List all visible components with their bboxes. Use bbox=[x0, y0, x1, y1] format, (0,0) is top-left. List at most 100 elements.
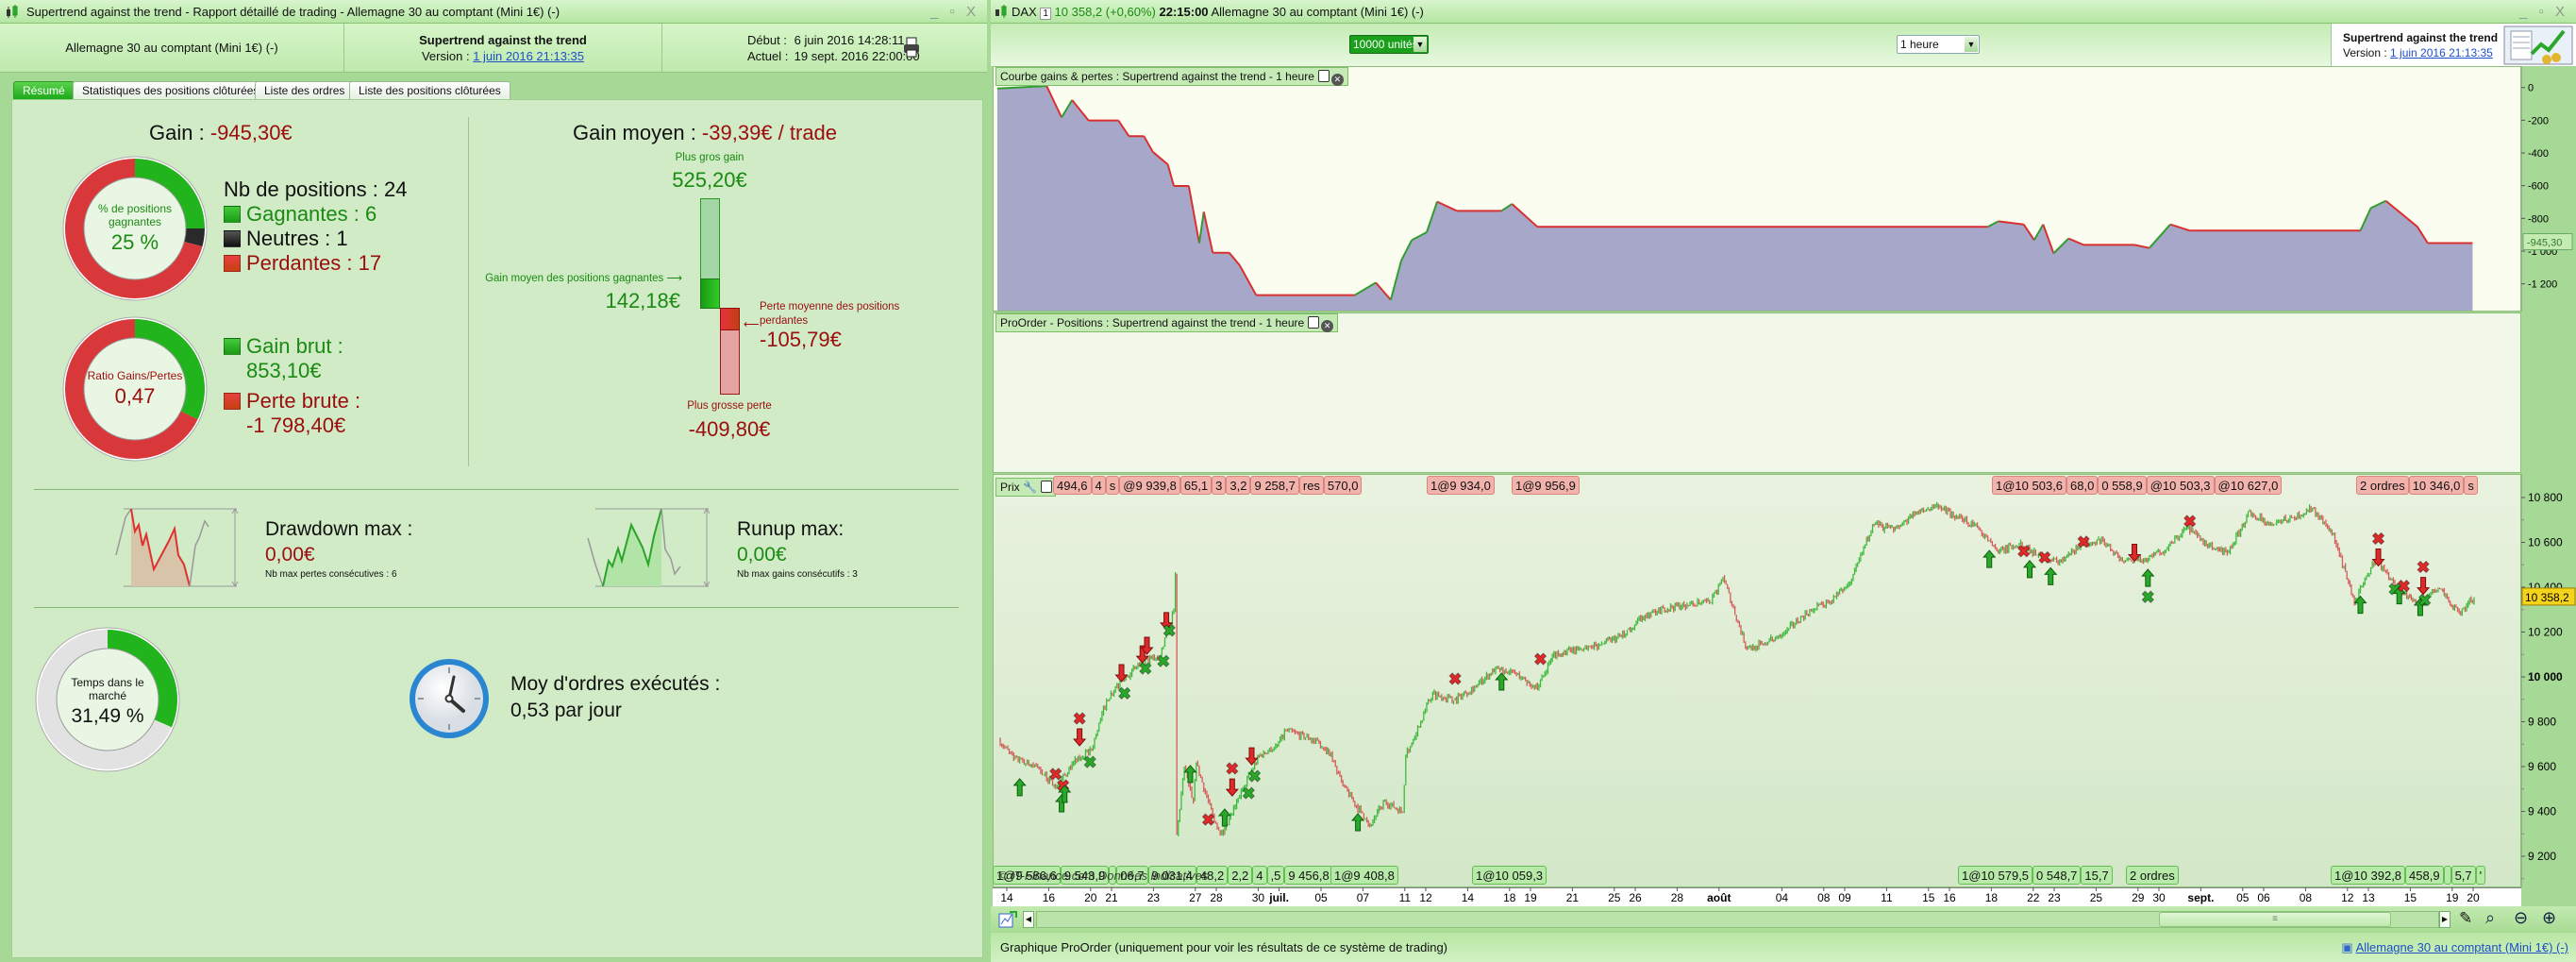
positions-panel-title: ProOrder - Positions : Supertrend agains… bbox=[1000, 316, 1305, 329]
maximize-icon[interactable] bbox=[1317, 70, 1330, 82]
tab-orders-list[interactable]: Liste des ordres bbox=[255, 81, 355, 100]
order-label[interactable]: 06,7 bbox=[1116, 866, 1148, 885]
scrollbar-thumb[interactable]: ≡ bbox=[2159, 912, 2391, 927]
zoom-fit-icon[interactable]: ⌕ bbox=[2485, 908, 2495, 928]
order-label[interactable]: 48,2 bbox=[1196, 866, 1229, 885]
order-label[interactable]: 0 558,9 bbox=[2098, 476, 2147, 495]
close-icon[interactable]: ✕ bbox=[1321, 320, 1334, 332]
header-version-link[interactable]: 1 juin 2016 21:13:35 bbox=[473, 49, 584, 63]
order-label[interactable]: 9 031,4 bbox=[1147, 866, 1196, 885]
x-tick-label: 08 bbox=[2300, 891, 2313, 904]
gain-label: Gain : bbox=[149, 121, 210, 144]
last-equity-label: -945,30 bbox=[2527, 238, 2562, 249]
order-label[interactable]: 1@10 579,5 bbox=[1958, 866, 2033, 885]
order-label[interactable]: 494,6 bbox=[1053, 476, 1092, 495]
drawdown-consecutive-losses: Nb max pertes consécutives : 6 bbox=[265, 569, 397, 580]
order-label[interactable]: @10 503,3 bbox=[2146, 476, 2215, 495]
wrench-icon[interactable]: 🔧 bbox=[1023, 481, 1037, 494]
scroll-right-button[interactable]: ▶ bbox=[2439, 911, 2451, 928]
order-label[interactable]: 9 543,9 bbox=[1060, 866, 1110, 885]
order-label[interactable]: 1@10 503,6 bbox=[1992, 476, 2067, 495]
window-controls[interactable]: _ ▫ X bbox=[930, 0, 979, 24]
order-label[interactable]: 4 bbox=[1091, 476, 1106, 495]
tab-closed-positions-stats[interactable]: Statistiques des positions clôturées bbox=[73, 81, 269, 100]
positions-panel-header[interactable]: ProOrder - Positions : Supertrend agains… bbox=[995, 313, 1339, 332]
zoom-in-icon[interactable]: ⊕ bbox=[2542, 908, 2556, 928]
order-label[interactable]: 1@10 392,8 bbox=[2331, 866, 2406, 885]
order-label[interactable]: ,5 bbox=[1266, 866, 1285, 885]
tab-resume[interactable]: Résumé bbox=[13, 81, 75, 100]
exit-loss-marker-icon bbox=[1448, 672, 1462, 685]
order-label[interactable]: 3,2 bbox=[1226, 476, 1251, 495]
cross-icon bbox=[2141, 590, 2155, 603]
backtest-report-icon[interactable] bbox=[2503, 25, 2573, 65]
close-icon[interactable]: ✕ bbox=[1330, 74, 1344, 86]
draw-tool-icon[interactable]: ✎ bbox=[2459, 909, 2472, 928]
order-label[interactable]: 2,2 bbox=[1228, 866, 1253, 885]
order-label[interactable]: 2 ordres bbox=[2356, 476, 2409, 495]
order-label[interactable]: 15,7 bbox=[2081, 866, 2113, 885]
order-label[interactable]: 0 548,7 bbox=[2032, 866, 2082, 885]
zoom-out-icon[interactable]: ⊖ bbox=[2514, 908, 2528, 928]
order-label[interactable]: s bbox=[2464, 476, 2478, 495]
gain-value: -945,30€ bbox=[209, 121, 293, 144]
orders-value: 0,53 par jour bbox=[510, 700, 622, 721]
order-label[interactable]: 1@9 586,6 bbox=[993, 866, 1061, 885]
order-label[interactable]: 5,7 bbox=[2451, 866, 2476, 885]
start-label: Début : bbox=[747, 33, 787, 47]
print-icon[interactable] bbox=[903, 37, 920, 58]
order-label[interactable]: res bbox=[1298, 476, 1324, 495]
order-label[interactable]: 1@10 059,3 bbox=[1472, 866, 1547, 885]
maximize-icon[interactable] bbox=[1040, 481, 1052, 493]
order-label[interactable]: 1@9 408,8 bbox=[1330, 866, 1398, 885]
order-label[interactable]: 3 bbox=[1212, 476, 1227, 495]
scroll-left-button[interactable]: ◀ bbox=[1023, 911, 1034, 928]
maximize-icon[interactable] bbox=[1308, 316, 1320, 329]
x-tick-label: 28 bbox=[1671, 891, 1684, 904]
price-panel-header[interactable]: Prix 🔧 bbox=[995, 478, 1056, 497]
timeframe-select[interactable]: 1 heure ▼ bbox=[1897, 35, 1980, 54]
order-label[interactable] bbox=[2443, 866, 2451, 885]
order-label[interactable]: 4 bbox=[1252, 866, 1267, 885]
title-instrument: Allemagne 30 au comptant (Mini 1€) (-) bbox=[1211, 5, 1424, 19]
order-label[interactable]: 65,1 bbox=[1179, 476, 1213, 495]
exit-loss-marker-icon bbox=[2417, 560, 2430, 574]
order-label[interactable]: 2 ordres bbox=[2126, 866, 2179, 885]
order-label[interactable]: 1@9 934,0 bbox=[1427, 476, 1495, 495]
cross-icon bbox=[2371, 532, 2385, 546]
x-tick-label: 26 bbox=[1629, 891, 1642, 904]
order-label[interactable]: 68,0 bbox=[2066, 476, 2099, 495]
time-label-2: marché bbox=[88, 689, 126, 702]
x-tick-label: 13 bbox=[2362, 891, 2375, 904]
order-label[interactable]: 9 258,7 bbox=[1250, 476, 1299, 495]
exit-win-marker-icon bbox=[1083, 755, 1096, 768]
chart-type-icon[interactable] bbox=[998, 910, 1017, 929]
x-tick-label: 09 bbox=[1838, 891, 1851, 904]
order-label-group: 1@10 059,3 bbox=[1472, 866, 1547, 885]
equity-curve-chart bbox=[996, 85, 2473, 312]
cross-icon bbox=[1533, 652, 1547, 666]
equity-panel-header[interactable]: Courbe gains & pertes : Supertrend again… bbox=[995, 67, 1348, 86]
x-tick-label: 22 bbox=[2027, 891, 2040, 904]
instrument-link[interactable]: Allemagne 30 au comptant (Mini 1€) (-) bbox=[2356, 940, 2568, 954]
order-label[interactable]: ' bbox=[2475, 866, 2486, 885]
version-link[interactable]: 1 juin 2016 21:13:35 bbox=[2390, 46, 2493, 59]
legend-neutral: Neutres : 1 bbox=[224, 227, 348, 251]
tab-closed-positions-list[interactable]: Liste des positions clôturées bbox=[349, 81, 510, 100]
buy-marker-icon bbox=[2022, 560, 2037, 579]
order-label[interactable]: @9 939,8 bbox=[1119, 476, 1180, 495]
report-header: Allemagne 30 au comptant (Mini 1€) (-) S… bbox=[0, 24, 987, 73]
order-label[interactable]: @10 627,0 bbox=[2214, 476, 2283, 495]
order-label[interactable] bbox=[1109, 866, 1117, 885]
order-label[interactable]: s bbox=[1105, 476, 1120, 495]
order-label[interactable]: 458,9 bbox=[2405, 866, 2444, 885]
order-label[interactable]: 570,0 bbox=[1323, 476, 1363, 495]
avg-gain-label: Gain moyen : bbox=[572, 121, 702, 144]
order-label[interactable]: 1@9 956,9 bbox=[1512, 476, 1580, 495]
quantity-select[interactable]: 10000 unités ▼ bbox=[1349, 35, 1429, 54]
order-label[interactable]: 9 456,8 bbox=[1284, 866, 1333, 885]
order-label[interactable]: 10 346,0 bbox=[2408, 476, 2465, 495]
arrow-up-icon bbox=[1350, 813, 1365, 832]
window-controls[interactable]: _ ▫ X bbox=[2519, 0, 2568, 24]
app-candlestick-icon bbox=[995, 5, 1007, 18]
